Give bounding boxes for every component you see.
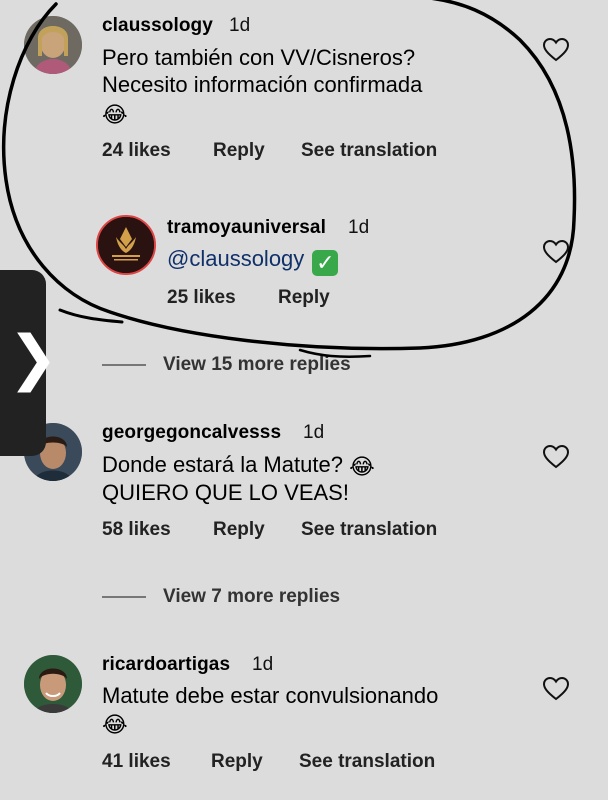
mention-link[interactable]: @claussology [167,246,304,271]
reply-button[interactable]: Reply [213,140,265,162]
view-more-replies-button[interactable]: View 7 more replies [163,586,340,608]
side-panel-tab[interactable]: ❯ [0,270,58,456]
heart-icon[interactable] [543,38,569,62]
comment-text-line1: Pero también con VV/Cisneros? [102,45,416,70]
comment-time: 1d [229,15,251,36]
likes-count[interactable]: 24 likes [102,140,171,162]
avatar-tramoyauniversal[interactable] [96,215,156,275]
comment-text-line1: Matute debe estar convulsionando [102,683,439,708]
comment-text-line1: Donde estará la Matute? 😂 [102,450,375,480]
reply-text: @claussology ✓ [167,244,339,276]
comment-username[interactable]: ricardoartigas [102,654,230,676]
comment-text-line2: QUIERO QUE LO VEAS! [102,480,349,505]
likes-count[interactable]: 25 likes [167,287,236,309]
comment-username[interactable]: claussology [102,15,213,37]
reply-button[interactable]: Reply [213,519,265,541]
reply-button[interactable]: Reply [278,287,330,309]
likes-count[interactable]: 58 likes [102,519,171,541]
heart-icon[interactable] [543,240,569,264]
comment-time: 1d [252,654,274,675]
hand-drawn-circle-annotation [1,0,577,358]
laughing-emoji-icon: 😂 [102,712,128,737]
view-replies-divider [102,364,146,366]
laughing-emoji-icon: 😂 [349,454,375,479]
tramoya-logo-icon [98,217,154,273]
reply-button[interactable]: Reply [211,751,263,773]
comment-username[interactable]: tramoyauniversal [167,217,326,239]
heart-icon[interactable] [543,677,569,701]
avatar-claussology[interactable] [24,16,82,74]
comment-emoji: 😂 [102,708,128,738]
chevron-right-icon: ❯ [8,324,59,391]
see-translation-button[interactable]: See translation [301,140,437,162]
heart-icon[interactable] [543,445,569,469]
check-mark-icon: ✓ [312,250,339,276]
avatar-ricardoartigas[interactable] [24,655,82,713]
view-more-replies-button[interactable]: View 15 more replies [163,354,351,376]
avatar-claussology-image [24,16,82,74]
comment-time: 1d [303,422,325,443]
comment-text-line2: Necesito información confirmada [102,72,423,97]
avatar-ricardoartigas-image [24,655,82,713]
view-replies-divider [102,596,146,598]
comment-username[interactable]: georgegoncalvesss [102,422,281,444]
laughing-emoji-icon: 😂 [102,102,128,127]
likes-count[interactable]: 41 likes [102,751,171,773]
comment-time: 1d [348,217,370,238]
comment-text: Donde estará la Matute? [102,452,343,477]
see-translation-button[interactable]: See translation [301,519,437,541]
comment-emoji: 😂 [102,98,128,128]
see-translation-button[interactable]: See translation [299,751,435,773]
